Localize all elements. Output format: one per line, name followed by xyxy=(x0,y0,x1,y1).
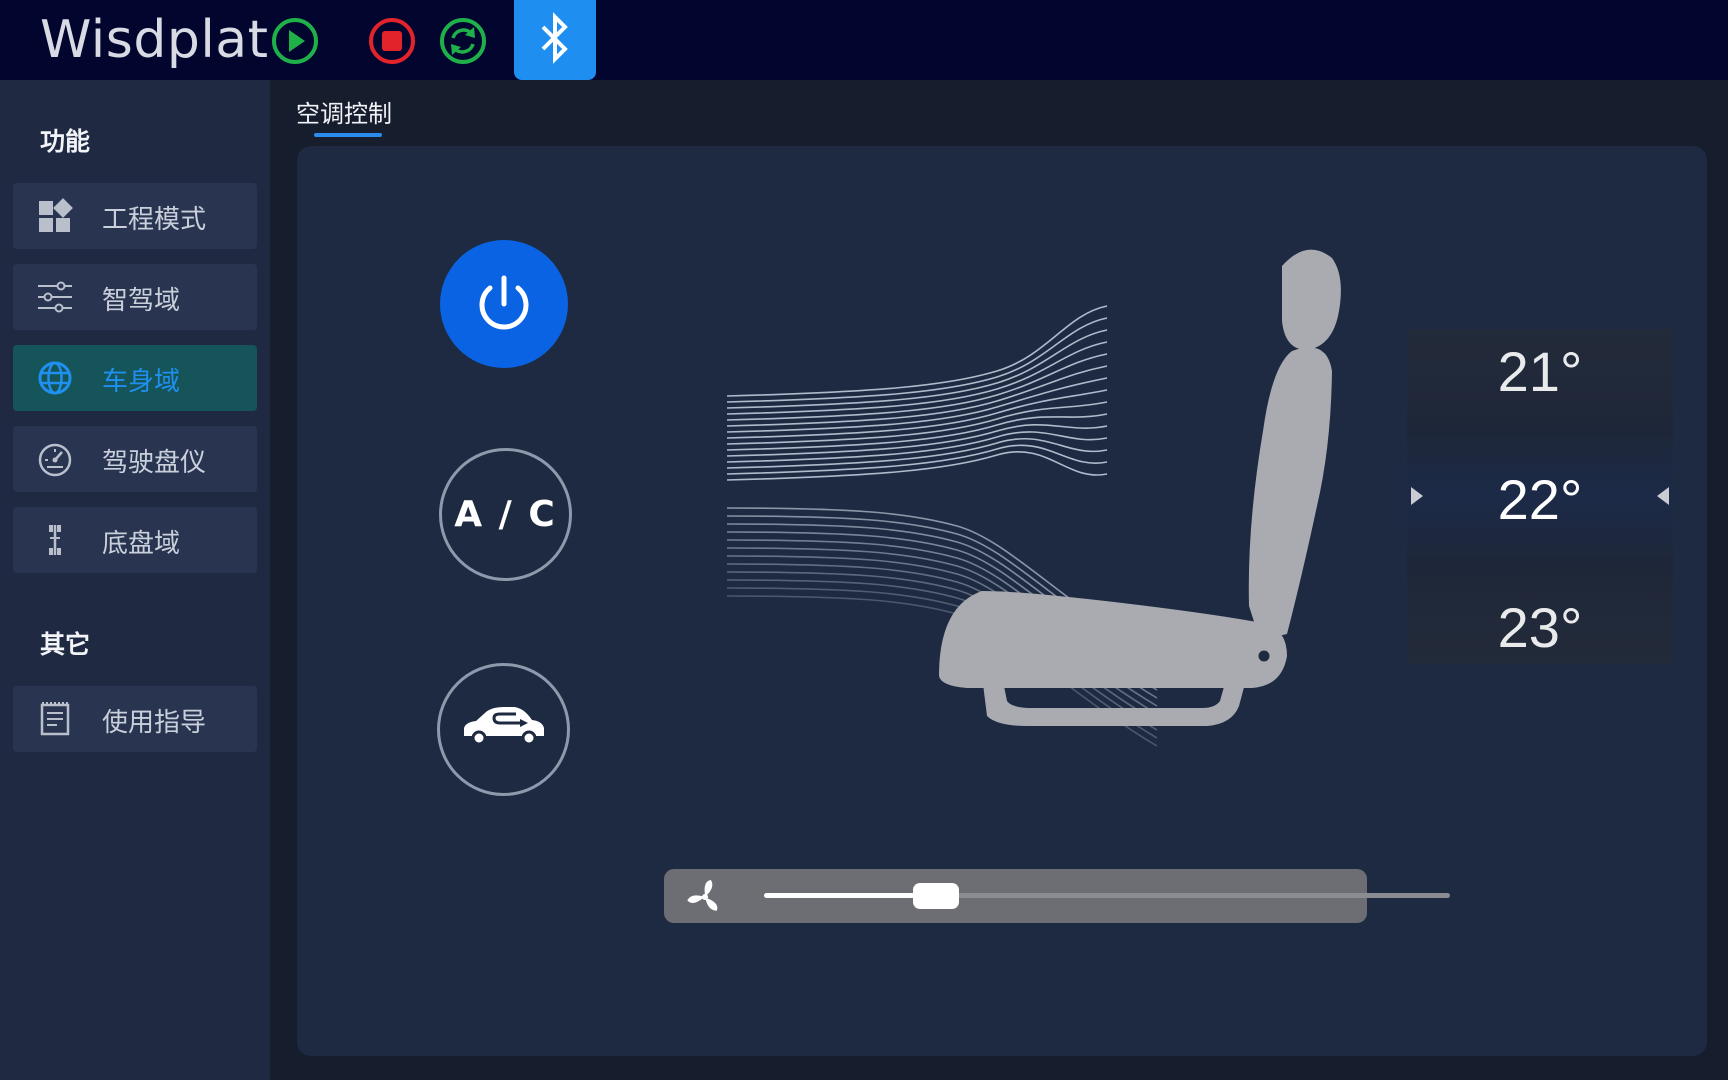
seat-lever xyxy=(1255,647,1273,665)
app-title: Wisdplat xyxy=(40,10,269,70)
sidebar-item-instrument-panel[interactable]: 驾驶盘仪 xyxy=(13,426,257,492)
sidebar-item-label: 智驾域 xyxy=(102,286,181,316)
stop-button[interactable] xyxy=(367,16,417,66)
fan-icon xyxy=(687,880,718,911)
sidebar-item-label: 使用指导 xyxy=(102,708,207,738)
temperature-option[interactable]: 21° xyxy=(1407,339,1673,404)
sidebar-item-label: 工程模式 xyxy=(102,205,207,235)
airflow-line xyxy=(727,341,1108,415)
power-button[interactable] xyxy=(440,240,568,368)
chassis-icon xyxy=(49,525,61,555)
climate-control-panel: A / C 21° 22° 23° xyxy=(297,146,1707,1056)
left-arrow-icon xyxy=(1657,487,1669,505)
play-icon xyxy=(272,18,318,64)
car-recirculation-icon xyxy=(464,707,544,746)
bluetooth-icon xyxy=(541,12,568,64)
top-bar: Wisdplat xyxy=(0,0,1728,80)
bluetooth-button[interactable] xyxy=(514,0,596,80)
sidebar-item-engineering-mode[interactable]: 工程模式 xyxy=(13,183,257,249)
stop-icon xyxy=(369,18,415,64)
fan-slider-thumb[interactable] xyxy=(912,883,959,909)
temperature-selected[interactable]: 22° xyxy=(1407,467,1673,532)
sidebar: 功能 工程模式 智驾域 车身域 驾驶盘仪 底盘域 其它 使用指导 xyxy=(0,80,270,1080)
recirculation-button[interactable] xyxy=(437,663,570,796)
fan-slider-fill xyxy=(764,893,936,898)
active-tab-indicator xyxy=(314,133,382,137)
ac-button[interactable]: A / C xyxy=(439,448,572,581)
sidebar-item-label: 驾驶盘仪 xyxy=(102,448,207,478)
airflow-line xyxy=(727,413,1108,451)
sidebar-item-label: 底盘域 xyxy=(102,529,181,559)
sidebar-item-smart-driving[interactable]: 智驾域 xyxy=(13,264,257,330)
ac-label: A / C xyxy=(454,494,557,535)
temperature-picker[interactable]: 21° 22° 23° xyxy=(1407,329,1673,664)
tab-bar: 空调控制 xyxy=(270,80,1728,144)
play-button[interactable] xyxy=(270,16,320,66)
temperature-option[interactable]: 23° xyxy=(1407,595,1673,660)
airflow-line xyxy=(727,401,1108,445)
globe-icon xyxy=(38,361,72,395)
section-title-others: 其它 xyxy=(40,630,91,659)
sidebar-item-user-guide[interactable]: 使用指导 xyxy=(13,686,257,752)
airflow-line xyxy=(727,329,1108,409)
sidebar-item-body-domain[interactable]: 车身域 xyxy=(13,345,257,411)
seat-icon xyxy=(939,249,1341,726)
section-title-functions: 功能 xyxy=(40,127,91,156)
power-icon xyxy=(479,275,529,330)
right-arrow-icon xyxy=(1411,487,1423,505)
document-icon xyxy=(40,702,70,736)
refresh-button[interactable] xyxy=(438,16,488,66)
airflow-line xyxy=(727,317,1108,403)
grid-apps-icon xyxy=(39,198,73,232)
sliders-icon xyxy=(38,281,72,313)
speedometer-icon xyxy=(38,443,72,477)
sidebar-item-chassis-domain[interactable]: 底盘域 xyxy=(13,507,257,573)
refresh-icon xyxy=(440,18,486,64)
fan-speed-control xyxy=(664,869,1450,923)
tab-climate-control[interactable]: 空调控制 xyxy=(296,94,392,129)
airflow-line xyxy=(727,353,1108,421)
sidebar-item-label: 车身域 xyxy=(102,367,181,397)
